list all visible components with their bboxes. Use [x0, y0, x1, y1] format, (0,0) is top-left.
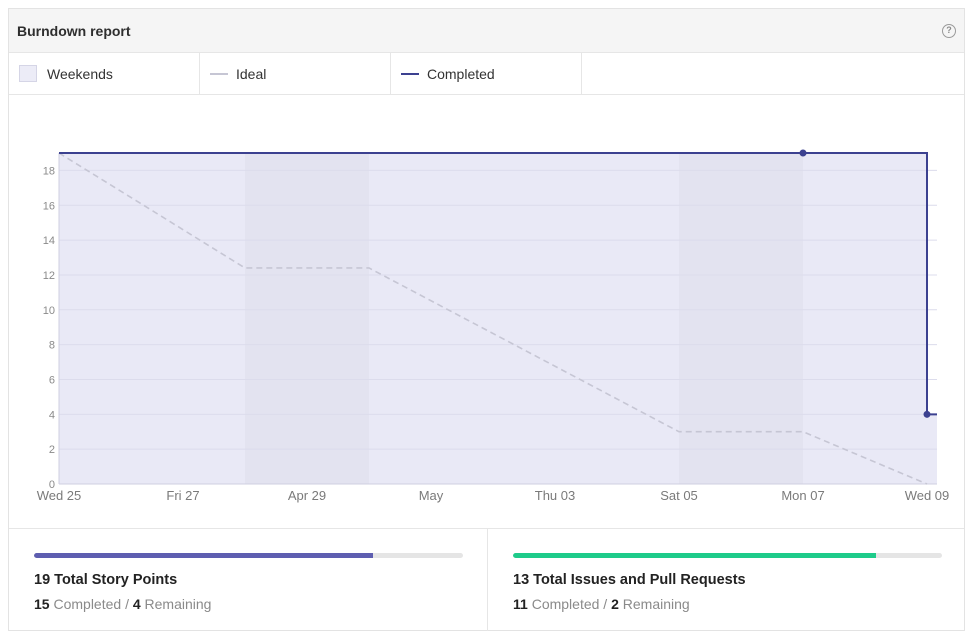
y-tick-label: 16	[43, 200, 55, 212]
legend-weekends-label: Weekends	[47, 65, 113, 82]
story-points-summary: 15 Completed / 4 Remaining	[34, 596, 463, 612]
x-tick-label: Sat 05	[660, 488, 698, 503]
burndown-chart-svg: 024681012141618Wed 25 Fri 27 Apr 29 May Thu …	[37, 149, 950, 503]
completed-line-swatch-icon	[401, 72, 419, 75]
issues-title: 13 Total Issues and Pull Requests	[513, 572, 746, 588]
issues-remaining-label: Remaining	[622, 596, 690, 612]
story-points-remaining-value: 4	[132, 596, 141, 612]
story-points-completed-label: Completed	[53, 596, 122, 612]
x-tick-label: Wed 09	[905, 488, 950, 503]
ideal-line-swatch-icon	[210, 72, 228, 75]
weekend-band	[245, 153, 369, 484]
legend-item-ideal[interactable]: Ideal	[200, 53, 391, 94]
issues-remaining-value: 2	[611, 596, 619, 612]
story-points-progress-fill	[34, 553, 373, 558]
x-tick-label: Fri 27	[166, 488, 199, 503]
completed-point	[799, 149, 807, 157]
completed-point	[923, 410, 931, 418]
x-tick-label: Mon 07	[781, 488, 824, 503]
y-tick-label: 6	[49, 374, 55, 386]
panel-header: Burndown report ?	[9, 9, 964, 53]
issues-separator: /	[603, 596, 608, 612]
issues-progress-bar	[513, 553, 942, 558]
y-tick-label: 18	[43, 165, 55, 177]
weekend-swatch-icon	[19, 65, 37, 82]
legend-item-completed[interactable]: Completed	[391, 53, 582, 94]
y-tick-label: 2	[49, 444, 55, 456]
legend-ideal-label: Ideal	[236, 65, 267, 82]
issues-stat: 13 Total Issues and Pull Requests 11 Com…	[487, 529, 966, 631]
issues-completed-value: 11	[513, 596, 528, 612]
x-tick-label: Wed 25	[37, 488, 82, 503]
y-tick-label: 4	[49, 409, 55, 421]
y-tick-label: 14	[43, 235, 55, 247]
story-points-separator: /	[125, 596, 129, 612]
page-title: Burndown report	[17, 22, 131, 39]
help-icon[interactable]: ?	[942, 23, 956, 38]
legend-item-weekends[interactable]: Weekends	[9, 53, 200, 94]
issues-completed-label: Completed	[531, 596, 600, 612]
issues-summary: 11 Completed / 2 Remaining	[513, 596, 942, 612]
story-points-remaining-label: Remaining	[144, 596, 212, 612]
story-points-completed-value: 15	[34, 596, 50, 612]
burndown-chart: 0 2 4 6 8 10 12 14 16 18 Wed 25 Fri 27 Apr 29 May Thu …	[9, 95, 964, 529]
story-points-stat: 19 Total Story Points 15 Completed / 4 R…	[9, 529, 487, 631]
story-points-title: 19 Total Story Points	[34, 572, 178, 588]
x-tick-label: Apr 29	[288, 488, 326, 503]
legend-completed-label: Completed	[427, 65, 495, 82]
y-tick-label: 8	[49, 340, 55, 352]
x-tick-label: Thu 03	[535, 488, 575, 503]
completed-area	[59, 153, 937, 484]
stats-footer: 19 Total Story Points 15 Completed / 4 R…	[9, 529, 964, 631]
x-tick-label: May	[419, 488, 444, 503]
chart-legend: Weekends Ideal Completed	[9, 53, 964, 95]
weekend-band	[679, 153, 803, 484]
burndown-panel: Burndown report ? Weekends Ideal Complet…	[8, 8, 965, 631]
story-points-progress-bar	[34, 553, 463, 558]
issues-progress-fill	[513, 553, 876, 558]
y-tick-label: 12	[43, 270, 55, 282]
y-tick-label: 10	[43, 305, 55, 317]
